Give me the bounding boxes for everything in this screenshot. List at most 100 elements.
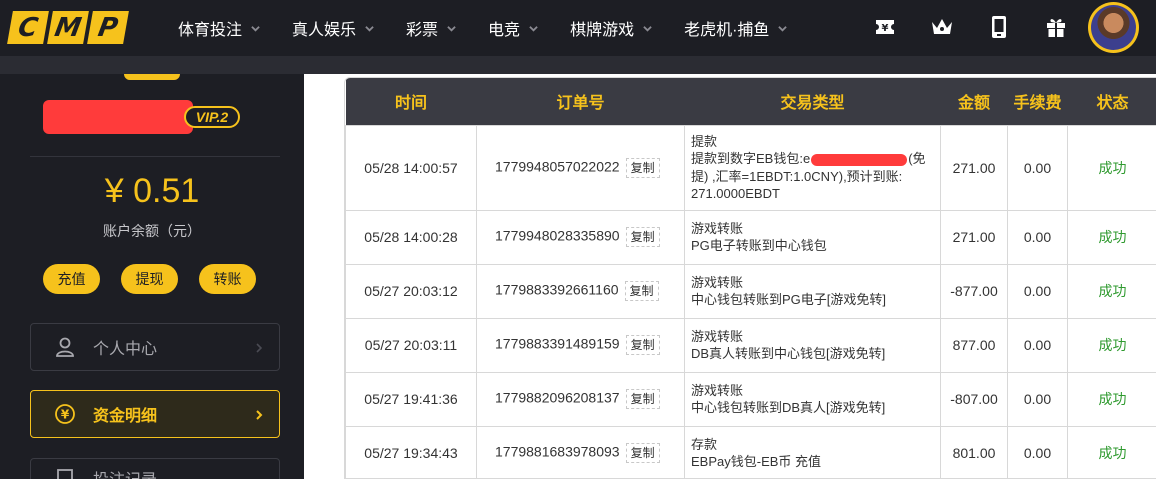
status-text: 成功 — [1067, 263, 1156, 319]
copy-button[interactable]: 复制 — [625, 227, 660, 247]
status-text: 成功 — [1067, 425, 1156, 478]
nav-item-label: 体育投注 — [178, 22, 243, 39]
mobile-icon[interactable] — [980, 10, 1018, 44]
copy-button[interactable]: 复制 — [625, 389, 660, 409]
logo-letter-m: M — [47, 11, 89, 44]
sidebar-item-bet-records[interactable]: 投注记录 — [30, 458, 280, 479]
cell-order: 1779883392661160 复制 — [476, 263, 685, 319]
type-title: 游戏转账 — [691, 220, 744, 236]
type-desc-line-3: 271.0000EBDT — [691, 186, 780, 201]
main-content: 时间 订单号 交易类型 金额 手续费 状态 05/28 14:00:57 177… — [304, 74, 1156, 479]
cell-fee: 0.00 — [1007, 124, 1068, 211]
cell-type: 游戏转账 中心钱包转账到DB真人[游戏免转] — [684, 371, 941, 427]
chevron-down-icon — [643, 24, 652, 33]
copy-button[interactable]: 复制 — [624, 281, 659, 301]
nav-item-live-casino[interactable]: 真人娱乐 — [292, 16, 374, 40]
cell-time: 05/27 20:03:11 — [345, 317, 477, 373]
cell-fee: 0.00 — [1007, 317, 1068, 373]
cell-order: 1779883391489159 复制 — [476, 317, 685, 373]
nav-item-slots-fishing[interactable]: 老虎机·捕鱼 — [684, 16, 788, 40]
cell-order: 1779882096208137 复制 — [476, 371, 685, 427]
copy-button[interactable]: 复制 — [625, 443, 660, 463]
nav-menu: 体育投注 真人娱乐 彩票 电竞 棋牌游戏 老虎机·捕鱼 — [178, 0, 819, 56]
balance-amount: ¥ 0.51 — [104, 172, 200, 210]
sidebar-item-personal-center[interactable]: 个人中心 — [30, 323, 280, 371]
chevron-right-icon — [255, 341, 263, 359]
order-number: 1779883391489159 — [495, 335, 620, 352]
type-title: 提款 — [691, 133, 718, 149]
username-redacted — [43, 100, 193, 134]
ticket-icon[interactable]: ¥ — [866, 10, 904, 44]
sidebar-item-label: 投注记录 — [93, 466, 157, 479]
svg-text:¥: ¥ — [882, 23, 889, 34]
chevron-down-icon — [365, 24, 374, 33]
nav-item-label: 真人娱乐 — [292, 22, 357, 39]
sidebar: VIP.2 ¥ 0.51 账户余额（元） 充值 提现 转账 个人中心 ¥ 资金明… — [0, 74, 304, 479]
address-redacted — [811, 153, 908, 166]
divider — [30, 156, 280, 157]
column-header-order: 订单号 — [556, 95, 605, 113]
nav-item-label: 棋牌游戏 — [570, 22, 635, 39]
cell-order: 1779881683978093 复制 — [476, 425, 685, 478]
type-title: 游戏转账 — [691, 382, 744, 398]
table-header-row: 时间 订单号 交易类型 金额 手续费 状态 — [345, 78, 1156, 125]
column-header-status: 状态 — [1096, 95, 1129, 113]
nav-item-card-games[interactable]: 棋牌游戏 — [570, 16, 652, 40]
nav-item-sports[interactable]: 体育投注 — [178, 16, 260, 40]
cell-time: 05/27 19:41:36 — [345, 371, 477, 427]
cell-type: 存款 EBPay钱包-EB币 充值 — [684, 425, 941, 478]
svg-text:¥: ¥ — [61, 408, 70, 422]
nav-icons: ¥ — [866, 10, 1094, 44]
crown-icon[interactable] — [923, 10, 961, 44]
order-number: 1779882096208137 — [495, 389, 620, 406]
copy-button[interactable]: 复制 — [625, 157, 660, 178]
document-icon — [53, 466, 77, 479]
table-row: 05/27 19:41:36 1779882096208137 复制 游戏转账 中心… — [345, 371, 1156, 427]
nav-item-label: 电竞 — [488, 22, 521, 39]
cell-amount: -807.00 — [940, 371, 1008, 427]
copy-button[interactable]: 复制 — [625, 335, 660, 355]
cell-type: 游戏转账中心钱包转账到PG电子[游戏免转] — [684, 263, 941, 319]
type-desc-line-1: 提款到数字EB钱包:e (免 — [691, 150, 934, 168]
table-row: 05/28 14:00:28 1779948028335890 复制 游戏转账 PG… — [345, 209, 1156, 265]
type-desc-line-2: 提) ,汇率=1EBDT:1.0CNY),预计到账: — [691, 168, 903, 184]
cell-order: 1779948028335890 复制 — [476, 209, 685, 265]
avatar[interactable] — [1088, 2, 1139, 53]
yen-coin-icon: ¥ — [53, 402, 77, 426]
logo-letter-p: P — [87, 11, 129, 44]
nav-item-lottery[interactable]: 彩票 — [406, 16, 456, 40]
table-row: 05/27 20:03:11 1779883391489159 复制 游戏转账 DB… — [345, 317, 1156, 373]
transfer-button[interactable]: 转账 — [199, 264, 256, 294]
withdraw-button[interactable]: 提现 — [121, 264, 178, 294]
cell-fee: 0.00 — [1007, 371, 1068, 427]
chevron-down-icon — [778, 24, 788, 33]
transactions-table: 时间 订单号 交易类型 金额 手续费 状态 05/28 14:00:57 177… — [344, 77, 1156, 479]
type-desc-line-1-end: (免 — [908, 151, 926, 166]
gift-icon[interactable] — [1037, 10, 1075, 44]
cell-order: 1779948057022022 复制 — [476, 124, 685, 211]
cell-amount: 271.00 — [940, 124, 1008, 211]
table-row: 05/27 20:03:12 1779883392661160 复制 游戏转账中心… — [345, 263, 1156, 319]
nav-item-esports[interactable]: 电竞 — [488, 16, 538, 40]
type-title: 游戏转账 — [691, 274, 744, 290]
balance-label: 账户余额（元） — [103, 223, 201, 239]
sidebar-item-label: 资金明细 — [93, 408, 158, 425]
user-icon — [53, 335, 77, 359]
vip-badge: VIP.2 — [184, 106, 240, 128]
logo[interactable]: C M P — [7, 11, 129, 44]
deposit-button[interactable]: 充值 — [43, 264, 100, 294]
sidebar-item-fund-details[interactable]: ¥ 资金明细 — [30, 390, 280, 438]
status-text: 成功 — [1067, 209, 1156, 265]
type-desc: 中心钱包转账到PG电子[游戏免转] — [691, 292, 887, 307]
cell-fee: 0.00 — [1007, 263, 1068, 319]
chevron-down-icon — [529, 24, 538, 33]
order-number: 1779881683978093 — [495, 443, 620, 460]
top-nav: C M P 体育投注 真人娱乐 彩票 电竞 棋牌游戏 老虎机·捕鱼 ¥ — [0, 0, 1156, 56]
type-title: 游戏转账 — [691, 328, 744, 344]
cell-time: 05/27 20:03:12 — [345, 263, 477, 319]
order-number: 1779948028335890 — [495, 227, 620, 244]
cell-time: 05/28 14:00:57 — [345, 124, 477, 211]
cell-type: 游戏转账 DB真人转账到中心钱包[游戏免转] — [684, 317, 941, 373]
type-title: 存款 — [691, 436, 718, 452]
type-desc: DB真人转账到中心钱包[游戏免转] — [691, 346, 886, 361]
